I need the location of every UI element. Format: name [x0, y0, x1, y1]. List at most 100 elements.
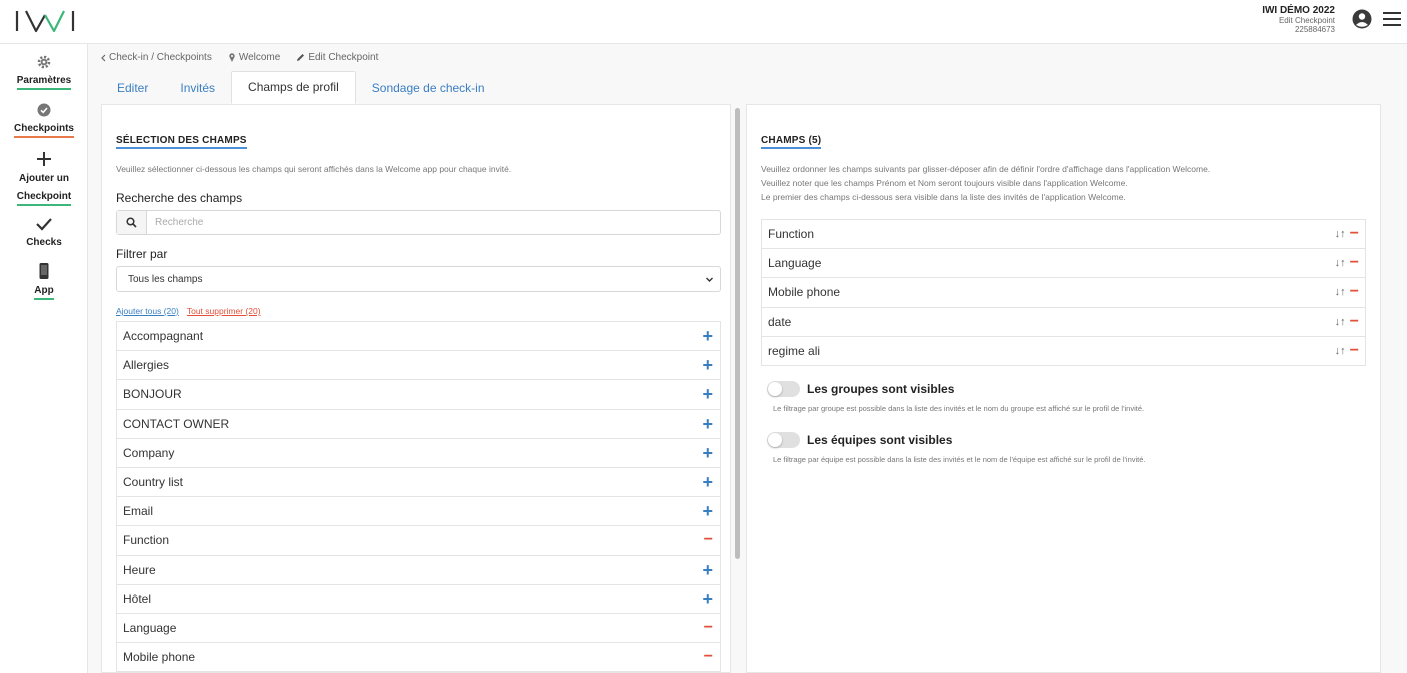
list-item: Function − [116, 526, 721, 556]
add-field-icon[interactable]: + [702, 415, 713, 433]
event-code: 225884673 [1294, 25, 1335, 34]
groups-visible-toggle[interactable] [767, 381, 800, 397]
breadcrumb-item[interactable]: Welcome [228, 52, 280, 63]
list-item: Company + [116, 438, 721, 468]
field-selection-panel: SÉLECTION DES CHAMPS Veuillez sélectionn… [101, 104, 731, 673]
bulk-actions: Ajouter tous (20) Tout supprimer (20) [116, 306, 261, 316]
breadcrumb-item[interactable]: Check-in / Checkpoints [100, 52, 212, 63]
list-item[interactable]: Language ↓↑ − [761, 249, 1366, 279]
breadcrumb-item[interactable]: Edit Checkpoint [296, 52, 378, 63]
iwi-logo[interactable] [14, 8, 76, 34]
section-description-line: Veuillez noter que les champs Prénom et … [761, 178, 1128, 188]
teams-toggle-label: Les équipes sont visibles [807, 433, 953, 447]
field-name: Hôtel [123, 591, 152, 606]
filter-select[interactable]: Tous les champs [116, 266, 721, 292]
sidebar-item-label: Checkpoint [16, 191, 72, 206]
drag-sort-icon[interactable]: ↓↑ [1335, 257, 1346, 269]
list-item: BONJOUR + [116, 380, 721, 410]
remove-all-link[interactable]: Tout supprimer (20) [187, 306, 261, 316]
breadcrumb: Check-in / Checkpoints Welcome Edit Chec… [100, 52, 378, 63]
remove-field-icon[interactable]: − [1350, 342, 1359, 358]
main-content: Check-in / Checkpoints Welcome Edit Chec… [88, 44, 1407, 673]
add-all-link[interactable]: Ajouter tous (20) [116, 306, 179, 316]
selected-fields-panel: CHAMPS (5) Veuillez ordonner les champs … [746, 104, 1381, 673]
filter-select-value: Tous les champs [128, 274, 203, 285]
phone-icon [39, 263, 49, 279]
event-info: IWI DÉMO 2022 Edit Checkpoint 225884673 [1262, 5, 1335, 34]
remove-field-icon[interactable]: − [1350, 226, 1359, 242]
filter-label: Filtrer par [116, 247, 168, 261]
scrollbar[interactable] [735, 108, 740, 559]
remove-field-icon[interactable]: − [704, 532, 713, 548]
drag-sort-icon[interactable]: ↓↑ [1335, 316, 1346, 328]
chevron-down-icon [706, 277, 713, 282]
add-field-icon[interactable]: + [702, 385, 713, 403]
drag-sort-icon[interactable]: ↓↑ [1335, 228, 1346, 240]
list-item: Hôtel + [116, 584, 721, 614]
drag-sort-icon[interactable]: ↓↑ [1335, 345, 1346, 357]
checkmark-icon [36, 218, 52, 231]
remove-field-icon[interactable]: − [1350, 313, 1359, 329]
search-label: Recherche des champs [116, 191, 243, 205]
add-field-icon[interactable]: + [702, 590, 713, 608]
add-field-icon[interactable]: + [702, 356, 713, 374]
user-avatar-icon[interactable] [1352, 9, 1372, 29]
remove-field-icon[interactable]: − [1350, 255, 1359, 271]
groups-toggle-description: Le filtrage par groupe est possible dans… [773, 404, 1145, 413]
plus-icon [37, 152, 51, 166]
add-field-icon[interactable]: + [702, 473, 713, 491]
available-fields-list: Accompagnant + Allergies + BONJOUR + CONTAC… [116, 321, 721, 673]
sidebar-item-app[interactable]: App [0, 262, 88, 300]
list-item[interactable]: Mobile phone ↓↑ − [761, 278, 1366, 308]
field-name: regime ali [768, 343, 821, 358]
sidebar: Paramètres Checkpoints Ajouter un Checkp… [0, 44, 88, 673]
list-item: Heure + [116, 555, 721, 585]
tab-champs-de-profil[interactable]: Champs de profil [231, 71, 356, 104]
teams-toggle-description: Le filtrage par équipe est possible dans… [773, 455, 1146, 464]
chevron-left-icon [101, 54, 106, 61]
sidebar-item-ajouter-checkpoint[interactable]: Ajouter un Checkpoint [0, 150, 88, 206]
remove-field-icon[interactable]: − [704, 619, 713, 635]
field-name: Language [123, 620, 177, 635]
sidebar-item-label: App [34, 285, 54, 300]
list-item[interactable]: date ↓↑ − [761, 307, 1366, 337]
section-description: Veuillez sélectionner ci-dessous les cha… [116, 164, 512, 174]
field-name: Function [123, 533, 170, 548]
drag-sort-icon[interactable]: ↓↑ [1335, 286, 1346, 298]
sidebar-item-checks[interactable]: Checks [0, 216, 88, 250]
gear-icon [37, 55, 51, 69]
sidebar-item-checkpoints[interactable]: Checkpoints [0, 102, 88, 138]
field-name: Mobile phone [123, 650, 196, 665]
list-item: Accompagnant + [116, 322, 721, 352]
add-field-icon[interactable]: + [702, 444, 713, 462]
toggle-knob [768, 433, 782, 447]
list-item[interactable]: regime ali ↓↑ − [761, 336, 1366, 366]
field-name: Allergies [123, 358, 170, 373]
field-name: Company [123, 445, 175, 460]
hamburger-menu-icon[interactable] [1382, 10, 1402, 28]
remove-field-icon[interactable]: − [704, 649, 713, 665]
list-item: Country list + [116, 467, 721, 498]
remove-field-icon[interactable]: − [1350, 284, 1359, 300]
tab-bar: Editer Invités Champs de profil Sondage … [101, 71, 501, 104]
field-name: Heure [123, 562, 156, 577]
tab-invites[interactable]: Invités [164, 73, 231, 104]
section-title: CHAMPS (5) [761, 135, 822, 149]
tab-sondage-check-in[interactable]: Sondage de check-in [356, 73, 501, 104]
sidebar-item-parametres[interactable]: Paramètres [0, 54, 88, 90]
tab-editer[interactable]: Editer [101, 73, 164, 104]
list-item: Language − [116, 613, 721, 644]
field-name: Language [768, 256, 822, 271]
list-item: Mobile phone − [116, 643, 721, 673]
search-input[interactable] [147, 211, 720, 234]
pencil-icon [297, 54, 305, 61]
teams-visible-toggle[interactable] [767, 432, 800, 448]
add-field-icon[interactable]: + [702, 561, 713, 579]
sidebar-item-label: Checkpoints [13, 123, 74, 138]
list-item[interactable]: Function ↓↑ − [761, 220, 1366, 250]
toggle-knob [768, 382, 782, 396]
add-field-icon[interactable]: + [702, 502, 713, 520]
field-name: Email [123, 504, 154, 519]
search-addon [117, 211, 147, 234]
add-field-icon[interactable]: + [702, 327, 713, 345]
